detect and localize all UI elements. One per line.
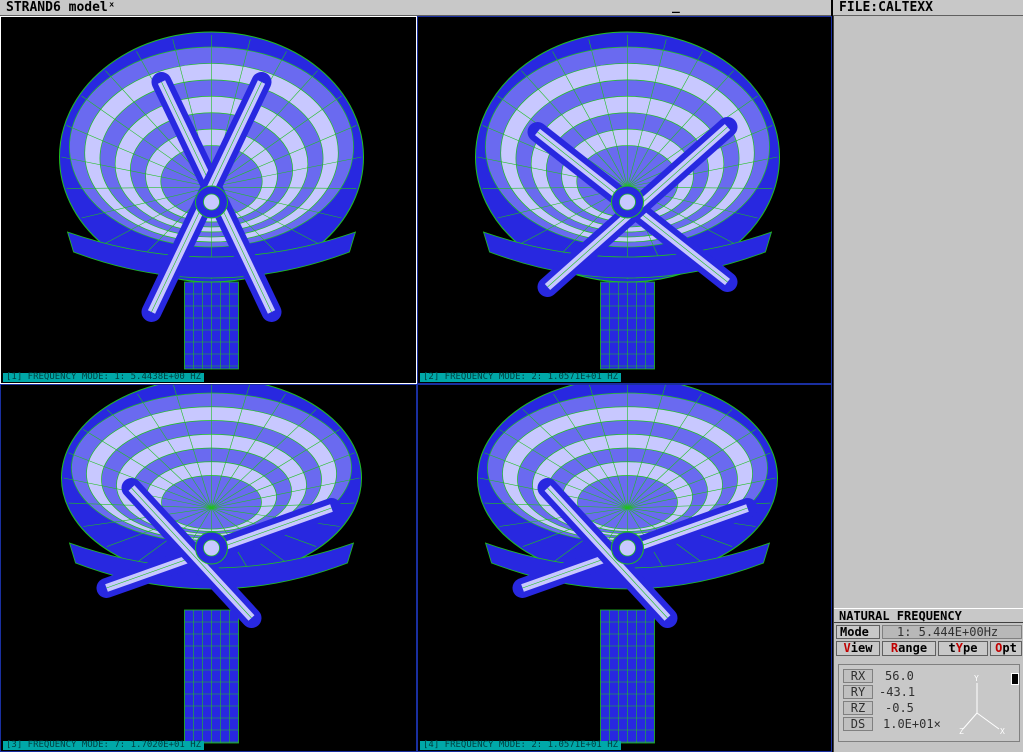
mesh-model-view — [477, 385, 778, 744]
panel-title: NATURAL FREQUENCY — [834, 608, 1023, 623]
rx-value: 56.0 — [885, 669, 914, 683]
mesh-model-view — [59, 31, 364, 370]
rz-key[interactable]: RZ — [843, 701, 873, 715]
axis-x-label: X — [1000, 727, 1005, 736]
type-prefix: t — [948, 641, 956, 655]
mode-label: Mode — [836, 625, 880, 639]
opt-label: pt — [1002, 641, 1017, 655]
mesh-model-view — [475, 31, 780, 370]
app-title: STRAND6 modelˣ — [6, 0, 116, 15]
mode-row: Mode 1: 5.444E+00Hz — [834, 625, 1023, 639]
viewport-3[interactable]: [3] FREQUENCY MODE: 7: 1.7020E+01 HZ — [0, 384, 417, 752]
mode-value-field[interactable]: 1: 5.444E+00Hz — [882, 625, 1022, 639]
view-menu-button[interactable]: View — [836, 641, 880, 656]
readout-row-rz: RZ -0.5 — [843, 701, 963, 716]
readout-row-rx: RX 56.0 — [843, 669, 963, 684]
range-label: ange — [898, 641, 928, 655]
side-panel: NATURAL FREQUENCY Mode 1: 5.444E+00Hz Vi… — [833, 16, 1023, 752]
viewport-4-label: [4] FREQUENCY MODE: 2: 1.0571E+01 HZ — [420, 741, 622, 750]
view-label: iew — [850, 641, 873, 655]
ds-key[interactable]: DS — [843, 717, 873, 731]
viewport-3-label: [3] FREQUENCY MODE: 7: 1.7020E+01 HZ — [3, 741, 205, 750]
rotation-readout: RX 56.0 RY -43.1 RZ -0.5 DS 1.0E+01× Y X… — [838, 664, 1020, 742]
viewport-1[interactable]: [1] FREQUENCY MODE: 1: 5.4438E+00 HZ — [0, 16, 417, 384]
type-menu-button[interactable]: tYpe — [938, 641, 988, 656]
axis-triad-icon: Y X Z — [959, 674, 1005, 736]
type-hotkey: Y — [955, 641, 963, 655]
readout-row-ry: RY -43.1 — [843, 685, 963, 700]
title-bar: STRAND6 modelˣ _ — [0, 0, 831, 16]
rz-value: -0.5 — [885, 701, 914, 715]
ry-key[interactable]: RY — [843, 685, 873, 699]
ds-value: 1.0E+01× — [883, 717, 941, 731]
readout-row-ds: DS 1.0E+01× — [843, 717, 963, 732]
ry-value: -43.1 — [879, 685, 916, 699]
view-hotkey: V — [843, 641, 851, 655]
mesh-model-view — [61, 385, 362, 744]
range-menu-button[interactable]: Range — [882, 641, 936, 656]
viewport-2[interactable]: [2] FREQUENCY MODE: 2: 1.0571E+01 HZ — [417, 16, 832, 384]
viewport-4[interactable]: [4] FREQUENCY MODE: 2: 1.0571E+01 HZ — [417, 384, 832, 752]
axis-z-label: Z — [959, 727, 964, 736]
axis-y-label: Y — [974, 674, 979, 683]
type-label: pe — [963, 641, 978, 655]
viewport-1-label: [1] FREQUENCY MODE: 1: 5.4438E+00 HZ — [3, 373, 205, 382]
rx-key[interactable]: RX — [843, 669, 873, 683]
file-label: FILE:CALTEXX — [839, 0, 933, 15]
viewport-2-label: [2] FREQUENCY MODE: 2: 1.0571E+01 HZ — [420, 373, 622, 382]
text-cursor: _ — [672, 0, 680, 14]
scroll-handle[interactable] — [1011, 673, 1019, 685]
file-bar: FILE:CALTEXX — [833, 0, 1023, 16]
menu-bar: View Range tYpe Opt — [834, 641, 1023, 656]
opt-menu-button[interactable]: Opt — [990, 641, 1022, 656]
